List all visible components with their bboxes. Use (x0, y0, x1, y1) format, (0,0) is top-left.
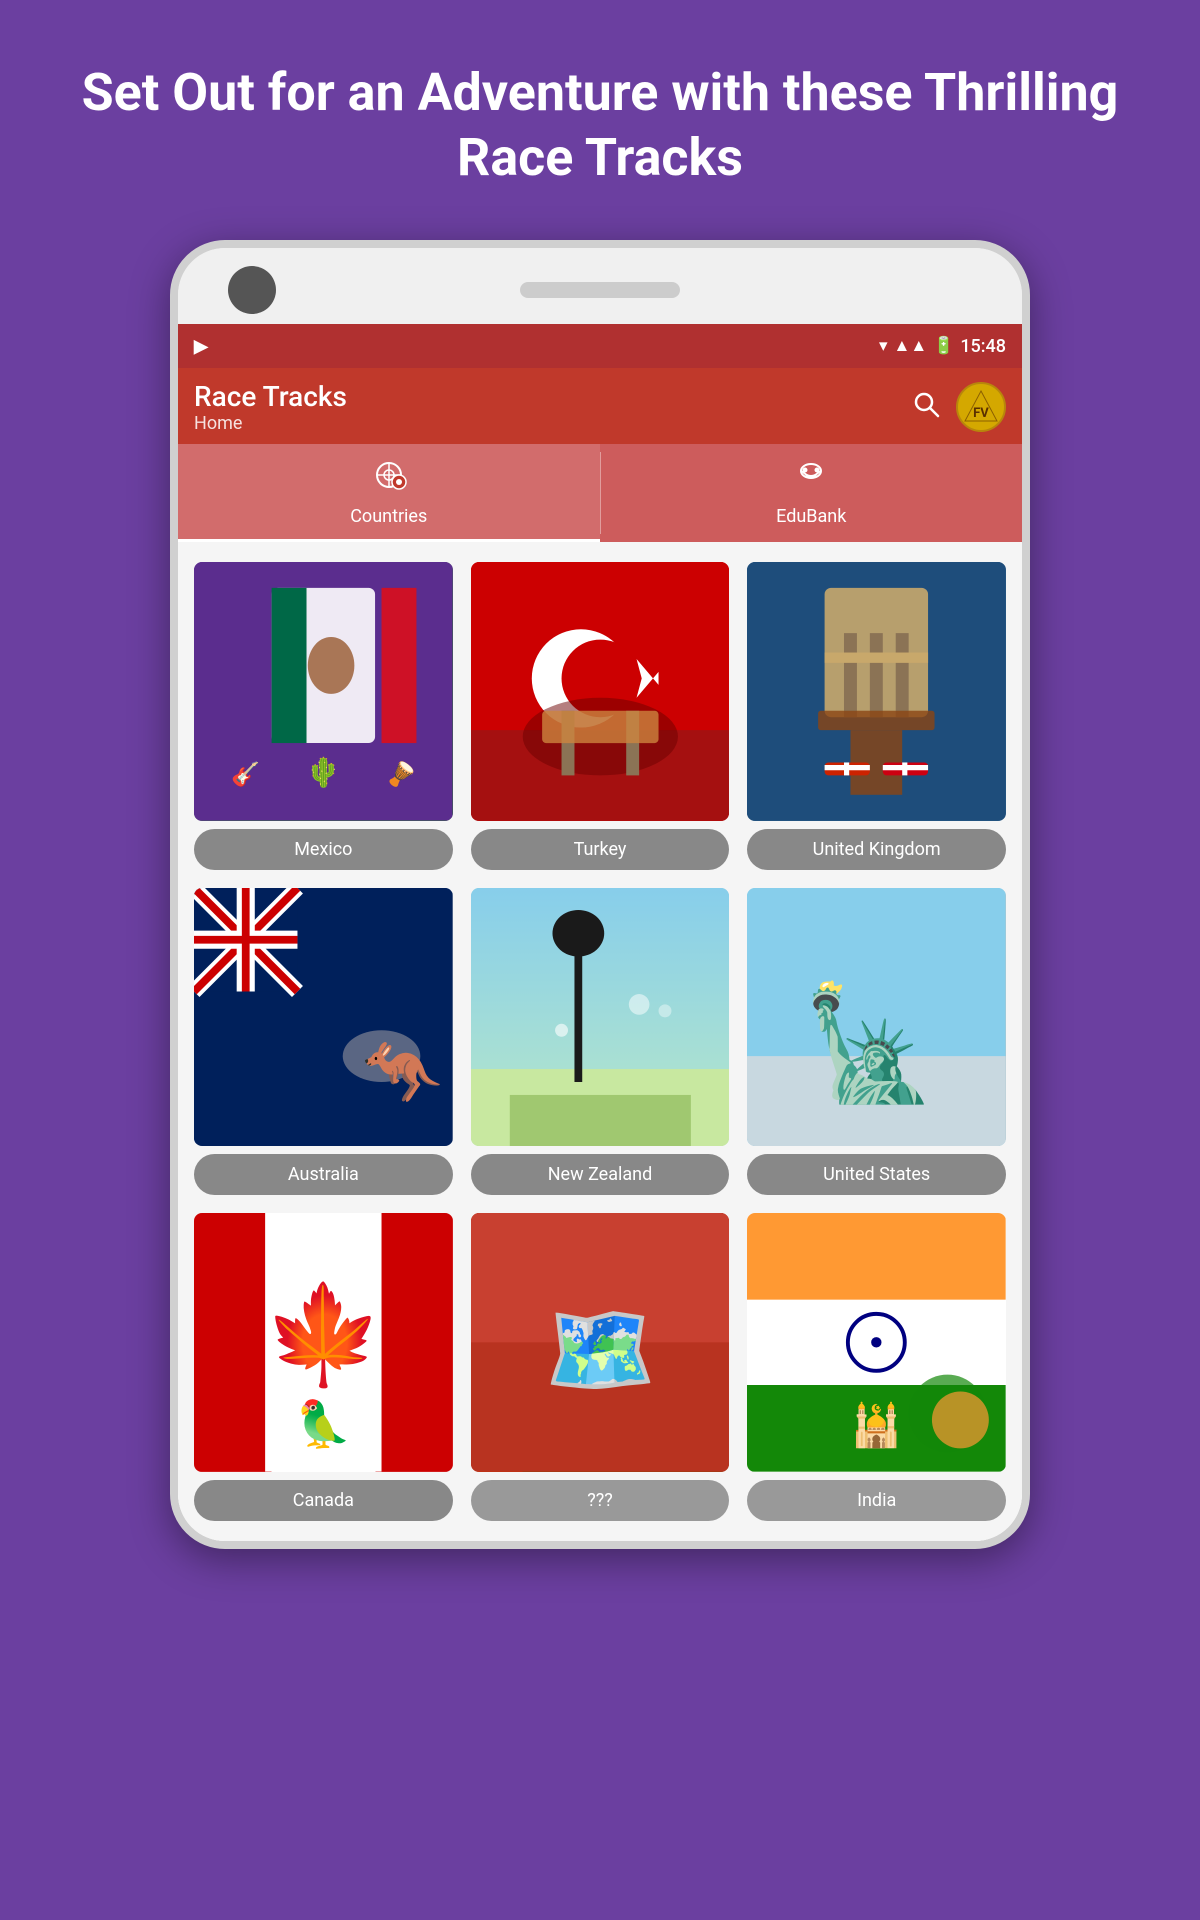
country-card-india[interactable]: 🕌 India (747, 1213, 1006, 1521)
country-card-mexico[interactable]: 🌵 🎸 🪘 Mexico (194, 562, 453, 870)
notification-icon: ▶ (194, 336, 208, 357)
country-card-turkey[interactable]: Turkey (471, 562, 730, 870)
svg-text:🎸: 🎸 (231, 760, 260, 788)
search-button[interactable] (912, 390, 940, 425)
country-card-canada[interactable]: 🍁 🦜 Canada (194, 1213, 453, 1521)
svg-text:🕌: 🕌 (851, 1401, 903, 1451)
signal-icon: ▲▲ (894, 336, 928, 356)
edubank-icon (792, 456, 830, 502)
svg-text:FV: FV (973, 406, 989, 421)
phone-speaker (520, 282, 680, 298)
page-title: Set Out for an Adventure with these Thri… (0, 0, 1200, 240)
svg-text:🦘: 🦘 (362, 1035, 443, 1111)
app-bar-left: Race Tracks Home (194, 380, 347, 434)
wifi-icon: ▾ (879, 336, 888, 356)
svg-text:🦜: 🦜 (295, 1397, 351, 1452)
country-image-mexico: 🌵 🎸 🪘 (194, 562, 453, 821)
tab-countries-label: Countries (350, 506, 427, 527)
app-title: Race Tracks (194, 380, 347, 413)
country-label-uk: United Kingdom (747, 829, 1006, 870)
status-right: ▾ ▲▲ 🔋 15:48 (879, 336, 1006, 357)
svg-text:🌵: 🌵 (306, 756, 341, 789)
country-label-mexico: Mexico (194, 829, 453, 870)
phone-top-bar (178, 248, 1022, 324)
app-bar: Race Tracks Home FV (178, 368, 1022, 444)
app-subtitle: Home (194, 413, 347, 434)
country-card-uk[interactable]: United Kingdom (747, 562, 1006, 870)
status-left: ▶ (194, 336, 208, 357)
country-image-new-zealand (471, 888, 730, 1147)
country-label-us: United States (747, 1154, 1006, 1195)
phone-mockup: ▶ ▾ ▲▲ 🔋 15:48 Race Tracks Home (170, 240, 1030, 1549)
phone-screen: ▶ ▾ ▲▲ 🔋 15:48 Race Tracks Home (178, 324, 1022, 1541)
country-image-canada: 🍁 🦜 (194, 1213, 453, 1472)
country-label-mystery: ??? (471, 1480, 730, 1521)
country-label-australia: Australia (194, 1154, 453, 1195)
app-bar-right: FV (912, 382, 1006, 432)
country-image-india: 🕌 (747, 1213, 1006, 1472)
country-card-mystery[interactable]: 🗺️ ??? (471, 1213, 730, 1521)
country-image-uk (747, 562, 1006, 821)
tab-edubank[interactable]: EduBank (601, 444, 1023, 542)
country-card-new-zealand[interactable]: New Zealand (471, 888, 730, 1196)
tab-countries[interactable]: Countries (178, 444, 600, 542)
svg-text:🍁: 🍁 (263, 1279, 384, 1393)
battery-icon: 🔋 (933, 336, 954, 356)
app-logo-badge: FV (956, 382, 1006, 432)
status-bar: ▶ ▾ ▲▲ 🔋 15:48 (178, 324, 1022, 368)
tab-edubank-label: EduBank (776, 506, 846, 527)
countries-icon (370, 456, 408, 502)
content-area: 🌵 🎸 🪘 Mexico (178, 542, 1022, 1541)
svg-text:🗺️: 🗺️ (544, 1298, 657, 1404)
country-card-us[interactable]: 🗽 United States (747, 888, 1006, 1196)
country-image-us: 🗽 (747, 888, 1006, 1147)
country-label-turkey: Turkey (471, 829, 730, 870)
country-label-canada: Canada (194, 1480, 453, 1521)
phone-camera (228, 266, 276, 314)
country-label-new-zealand: New Zealand (471, 1154, 730, 1195)
countries-grid: 🌵 🎸 🪘 Mexico (194, 562, 1006, 1521)
country-card-australia[interactable]: 🦘 Australia (194, 888, 453, 1196)
country-image-turkey (471, 562, 730, 821)
country-label-india: India (747, 1480, 1006, 1521)
country-image-australia: 🦘 (194, 888, 453, 1147)
tab-bar: Countries EduBank (178, 444, 1022, 542)
svg-text:🪘: 🪘 (386, 760, 415, 788)
header-section: Set Out for an Adventure with these Thri… (0, 0, 1200, 240)
country-image-mystery: 🗺️ (471, 1213, 730, 1472)
status-time: 15:48 (960, 336, 1006, 357)
svg-text:🗽: 🗽 (802, 978, 939, 1109)
